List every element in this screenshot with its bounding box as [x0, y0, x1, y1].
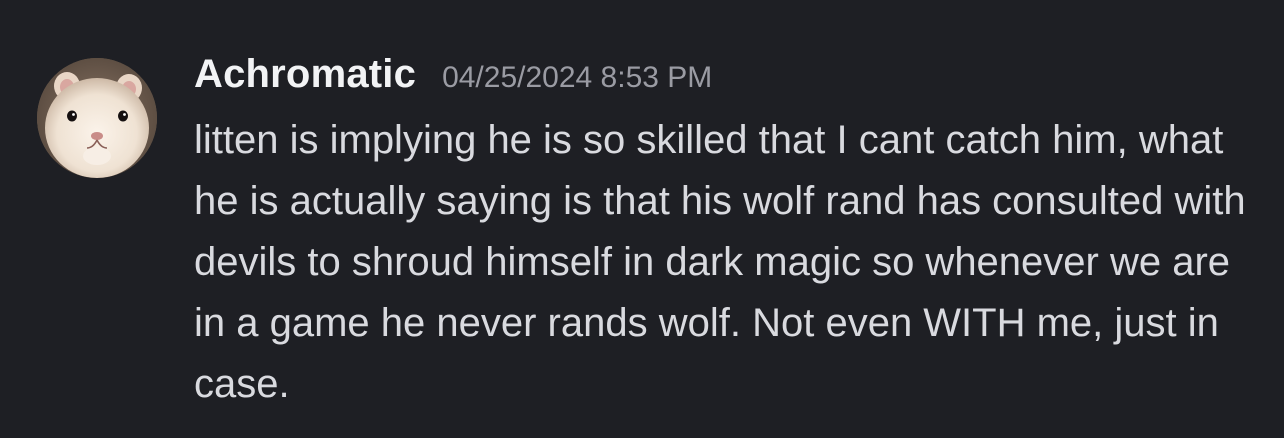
message-header: Achromatic 04/25/2024 8:53 PM [194, 52, 1264, 104]
chat-message: Achromatic 04/25/2024 8:53 PM litten is … [0, 0, 1284, 438]
message-text: litten is implying he is so skilled that… [194, 118, 1246, 406]
avatar[interactable] [37, 58, 157, 178]
username[interactable]: Achromatic [194, 52, 416, 97]
message-timestamp[interactable]: 04/25/2024 8:53 PM [442, 61, 712, 95]
message-content: Achromatic 04/25/2024 8:53 PM litten is … [194, 52, 1264, 415]
hamster-avatar-icon [37, 58, 157, 178]
